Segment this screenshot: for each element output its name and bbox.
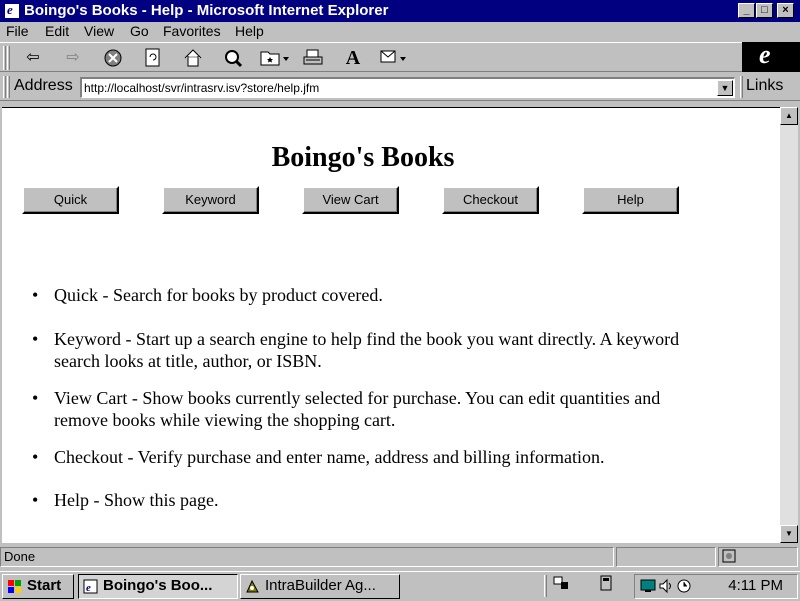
- scroll-up-button[interactable]: ▲: [780, 107, 798, 125]
- windows-logo-icon: [7, 579, 23, 594]
- menu-bar: File Edit View Go Favorites Help: [0, 22, 800, 41]
- refresh-icon[interactable]: [141, 46, 165, 70]
- taskbar-grip[interactable]: [544, 575, 547, 597]
- system-tray: 4:11 PM: [634, 574, 798, 599]
- help-button[interactable]: Help: [582, 186, 679, 214]
- toolbar-grip[interactable]: [3, 76, 6, 98]
- checkout-button[interactable]: Checkout: [442, 186, 539, 214]
- font-icon[interactable]: A: [341, 46, 365, 70]
- browser-window: e Boingo's Books - Help - Microsoft Inte…: [0, 0, 800, 571]
- quick-button[interactable]: Quick: [22, 186, 119, 214]
- favorites-icon[interactable]: [258, 46, 292, 70]
- address-url: http://localhost/svr/intrasrv.isv?store/…: [84, 81, 320, 95]
- status-text: Done: [0, 547, 614, 567]
- status-panel: [616, 547, 716, 567]
- standard-toolbar: ⇦ ⇨ A: [0, 42, 742, 72]
- start-button[interactable]: Start: [2, 574, 74, 599]
- close-button[interactable]: ×: [777, 3, 794, 18]
- address-input[interactable]: http://localhost/svr/intrasrv.isv?store/…: [80, 77, 735, 98]
- task-label: Boingo's Boo...: [103, 577, 213, 594]
- volume-icon[interactable]: [657, 578, 675, 596]
- zone-icon: [722, 549, 736, 563]
- desktop-icon[interactable]: [552, 575, 570, 593]
- toolbar-grip[interactable]: [3, 46, 6, 70]
- print-icon[interactable]: [301, 46, 325, 70]
- scheduler-icon[interactable]: [675, 578, 693, 596]
- title-bar[interactable]: e Boingo's Books - Help - Microsoft Inte…: [0, 0, 800, 22]
- address-label: Address: [14, 77, 73, 94]
- vertical-scrollbar[interactable]: ▲ ▼: [780, 107, 798, 543]
- minimize-button[interactable]: _: [738, 3, 755, 18]
- ie-throbber-logo: e: [742, 40, 800, 72]
- address-dropdown-button[interactable]: ▼: [717, 80, 733, 96]
- maximize-button[interactable]: □: [756, 3, 773, 18]
- help-item-view-cart: View Cart - Show books currently selecte…: [32, 387, 692, 431]
- links-button[interactable]: Links: [746, 77, 783, 95]
- menu-view[interactable]: View: [84, 23, 114, 39]
- back-icon[interactable]: ⇦: [21, 46, 45, 70]
- address-bar: Address http://localhost/svr/intrasrv.is…: [0, 73, 800, 101]
- status-bar: Done: [0, 545, 800, 569]
- mail-icon[interactable]: [378, 46, 412, 70]
- keyword-button[interactable]: Keyword: [162, 186, 259, 214]
- zone-panel: [718, 547, 798, 567]
- help-item-keyword: Keyword - Start up a search engine to he…: [32, 328, 692, 372]
- window-title: Boingo's Books - Help - Microsoft Intern…: [24, 2, 389, 19]
- menu-file[interactable]: File: [6, 23, 29, 39]
- taskbar: Start e Boingo's Boo... IntraBuilder Ag.…: [0, 571, 800, 600]
- scroll-down-button[interactable]: ▼: [780, 525, 798, 543]
- start-label: Start: [27, 577, 62, 594]
- task-label: IntraBuilder Ag...: [265, 577, 376, 594]
- page-title: Boingo's Books: [271, 142, 455, 173]
- stop-icon[interactable]: [101, 46, 125, 70]
- help-item-quick: Quick - Search for books by product cove…: [32, 284, 692, 306]
- page-content: Boingo's Books Quick Keyword View Cart C…: [2, 107, 780, 543]
- help-item-checkout: Checkout - Verify purchase and enter nam…: [32, 446, 692, 468]
- ie-page-icon: e: [83, 579, 99, 594]
- search-icon[interactable]: [221, 46, 245, 70]
- intrabuilder-icon: [245, 579, 261, 594]
- view-cart-button[interactable]: View Cart: [302, 186, 399, 214]
- menu-help[interactable]: Help: [235, 23, 264, 39]
- menu-edit[interactable]: Edit: [45, 23, 69, 39]
- monitor-icon[interactable]: [639, 578, 657, 596]
- task-boingos-books[interactable]: e Boingo's Boo...: [78, 574, 238, 599]
- help-list: Quick - Search for books by product cove…: [32, 284, 692, 511]
- home-icon[interactable]: [181, 46, 205, 70]
- svg-text:e: e: [86, 582, 91, 594]
- toolbar-grip[interactable]: [7, 46, 10, 70]
- menu-favorites[interactable]: Favorites: [163, 23, 221, 39]
- task-intrabuilder[interactable]: IntraBuilder Ag...: [240, 574, 400, 599]
- help-item-help: Help - Show this page.: [32, 489, 692, 511]
- toolbar-grip[interactable]: [7, 76, 10, 98]
- forward-icon[interactable]: ⇨: [61, 46, 85, 70]
- clock: 4:11 PM: [728, 577, 783, 594]
- toolbar-grip[interactable]: [740, 76, 743, 98]
- network-icon[interactable]: [598, 575, 616, 593]
- ie-page-icon: e: [4, 2, 20, 19]
- menu-go[interactable]: Go: [130, 23, 149, 39]
